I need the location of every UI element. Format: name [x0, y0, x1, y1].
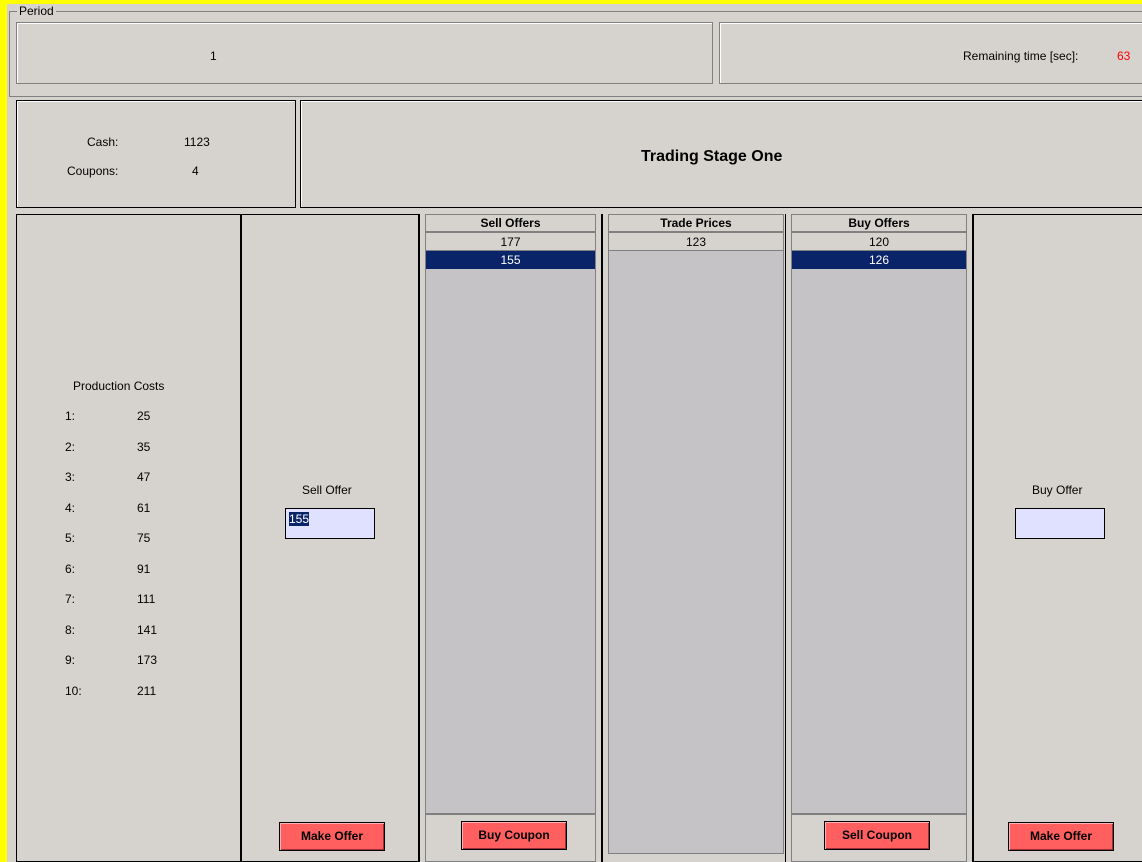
production-cost-index: 1: [65, 409, 76, 423]
trade-prices-header: Trade Prices [608, 214, 784, 232]
timer-value: 63 [1117, 49, 1131, 63]
trade-prices-list[interactable]: 123 [608, 232, 784, 854]
production-cost-row: 6: 91 [17, 562, 237, 578]
production-cost-row: 5: 75 [17, 531, 237, 547]
production-cost-value: 75 [137, 531, 151, 545]
production-cost-index: 2: [65, 439, 76, 454]
production-cost-row: 2: 35 [17, 440, 237, 456]
buy-offers-panel: Buy Offers 120 126 Sell Coupon [785, 214, 973, 862]
sell-offer-panel: Sell Offer 155 Make Offer [241, 214, 419, 862]
timer-panel: Remaining time [sec]: 63 [719, 22, 1142, 84]
production-cost-index: 8: [65, 622, 76, 637]
stage-title: Trading Stage One [641, 148, 783, 165]
coupons-label: Coupons: [67, 164, 119, 178]
production-cost-index: 7: [65, 592, 76, 606]
buy-offers-list[interactable]: 120 126 [791, 232, 967, 814]
main-window: 1 Period Remaining time [sec]: 63 Cash: … [7, 4, 1142, 862]
buy-coupon-button[interactable]: Buy Coupon [461, 821, 567, 850]
production-cost-value: 61 [137, 500, 151, 515]
production-cost-index: 9: [65, 653, 76, 667]
sell-offer-input-value: 155 [289, 512, 310, 526]
production-cost-value: 111 [137, 592, 156, 606]
production-cost-row: 10: 211 [17, 684, 237, 700]
production-cost-row: 8: 141 [17, 623, 237, 639]
timer-label: Remaining time [sec]: [963, 49, 1079, 63]
list-item[interactable]: 155 [426, 251, 595, 269]
trade-prices-panel: Trade Prices 123 [602, 214, 790, 862]
sell-offer-label: Sell Offer [302, 483, 352, 497]
production-cost-value: 35 [137, 439, 151, 454]
buy-offer-input[interactable] [1015, 508, 1105, 539]
account-panel: Cash: 1123 Coupons: 4 [16, 100, 296, 208]
production-cost-row: 7: 111 [17, 592, 237, 608]
list-item[interactable]: 123 [609, 233, 783, 251]
production-cost-index: 10: [65, 683, 82, 698]
sell-offers-panel: Sell Offers 177 155 Buy Coupon [419, 214, 602, 862]
production-cost-index: 3: [65, 470, 76, 484]
production-cost-index: 5: [65, 531, 76, 545]
buy-offer-panel: Buy Offer Make Offer [973, 214, 1142, 862]
cash-value: 1123 [184, 135, 210, 149]
sell-offer-input[interactable]: 155 [285, 508, 375, 539]
sell-offers-header: Sell Offers [425, 214, 596, 232]
production-cost-value: 173 [137, 653, 158, 667]
production-cost-index: 4: [65, 500, 76, 515]
list-item[interactable]: 126 [792, 251, 966, 269]
sell-coupon-button[interactable]: Sell Coupon [824, 821, 930, 850]
production-costs-title: Production Costs [73, 379, 165, 393]
stage-panel: Trading Stage One [300, 100, 1142, 208]
cash-label: Cash: [87, 135, 119, 149]
buy-offers-header: Buy Offers [791, 214, 967, 232]
sell-offers-list[interactable]: 177 155 [425, 232, 596, 814]
coupons-value: 4 [192, 164, 199, 178]
production-cost-value: 47 [137, 470, 151, 484]
production-cost-value: 25 [137, 409, 151, 423]
production-cost-value: 141 [137, 622, 158, 637]
production-cost-row: 3: 47 [17, 470, 237, 486]
production-cost-value: 91 [137, 561, 151, 576]
buy-offer-label: Buy Offer [1032, 483, 1083, 497]
list-item[interactable]: 177 [426, 233, 595, 251]
production-cost-row: 4: 61 [17, 501, 237, 517]
production-costs-panel: Production Costs 1: 25 2: 35 3: 47 4: 61 5: 75 6: 9… [16, 214, 241, 862]
make-buy-offer-button[interactable]: Make Offer [1008, 822, 1114, 851]
production-cost-row: 1: 25 [17, 409, 237, 425]
production-cost-row: 9: 173 [17, 653, 237, 669]
make-sell-offer-button[interactable]: Make Offer [279, 822, 385, 851]
production-cost-index: 6: [65, 561, 76, 576]
period-legend: Period [17, 4, 56, 18]
list-item[interactable]: 120 [792, 233, 966, 251]
production-cost-value: 211 [137, 683, 157, 698]
